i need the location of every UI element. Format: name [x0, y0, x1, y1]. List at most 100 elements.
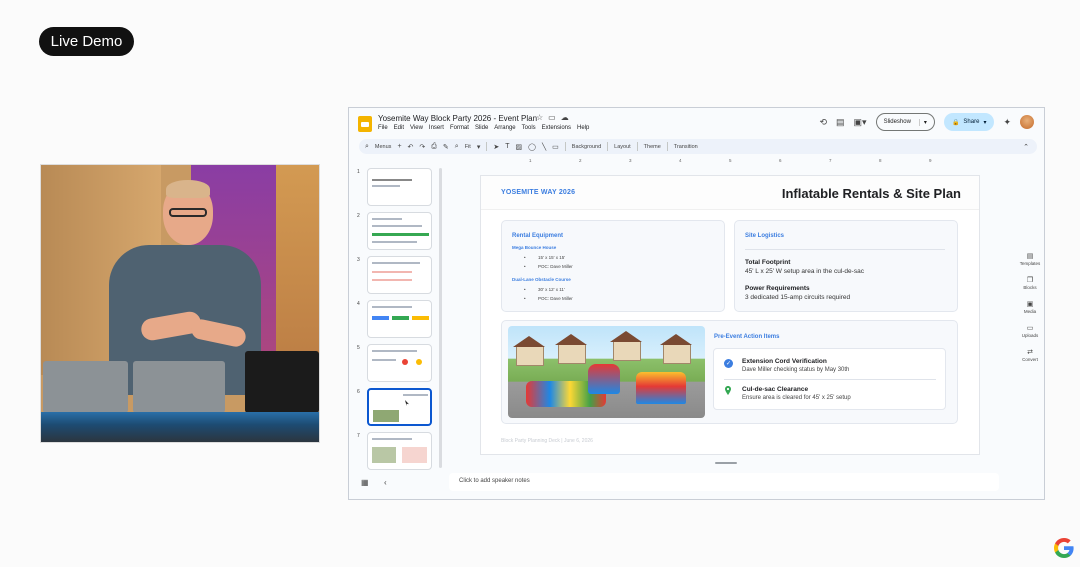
thumb-green-bar [372, 233, 429, 236]
slide-thumbnail-3[interactable] [367, 256, 432, 294]
zoom-icon[interactable]: ⌕ [455, 143, 459, 151]
star-icon[interactable]: ☆ [536, 113, 543, 122]
house-shape [663, 344, 691, 364]
site-logistics-card[interactable]: Site Logistics Total Footprint 45' L x 2… [734, 220, 958, 312]
document-title[interactable]: Yosemite Way Block Party 2026 - Event Pl… [378, 114, 537, 123]
side-panel-templates[interactable]: ▤ Templates [1016, 252, 1044, 266]
side-panel-uploads[interactable]: ▭ Uploads [1016, 324, 1044, 338]
rental-item-detail: POC: Dave Miller [524, 296, 573, 301]
slides-logo-icon[interactable] [358, 116, 372, 132]
ruler-tick: 3 [629, 158, 632, 163]
comment-add-icon[interactable]: ▭ [552, 143, 559, 151]
chevron-down-icon[interactable]: ▾ [477, 143, 481, 151]
pre-event-card[interactable]: Pre-Event Action Items ✓ Extension Cord … [501, 320, 958, 424]
zoom-select[interactable]: Fit [465, 144, 471, 150]
thumbnail-number: 4 [357, 301, 360, 307]
laptop-1 [43, 361, 128, 413]
menu-format[interactable]: Format [450, 125, 469, 131]
line-icon[interactable]: ╲ [542, 143, 546, 151]
move-folder-icon[interactable]: ▭ [548, 113, 556, 122]
slide-thumbnail-5[interactable] [367, 344, 432, 382]
shape-icon[interactable]: ◯ [528, 143, 536, 151]
chevron-down-icon[interactable]: ▾ [918, 118, 927, 126]
ruler-tick: 6 [779, 158, 782, 163]
thumbnail-number: 6 [357, 389, 360, 395]
lock-icon: 🔒 [951, 119, 960, 126]
toolbar-divider [486, 142, 488, 151]
slide-title[interactable]: Inflatable Rentals & Site Plan [782, 186, 961, 201]
search-icon[interactable]: ⌕ [365, 143, 369, 151]
slideshow-button[interactable]: Slideshow ▾ [875, 113, 935, 131]
side-panel-convert[interactable]: ⇄ Convert [1016, 348, 1044, 362]
rental-equipment-card[interactable]: Rental Equipment Mega Bounce House 15' x… [501, 220, 725, 312]
toolbar-divider [636, 142, 638, 151]
chevron-down-icon[interactable]: ▾ [983, 119, 986, 126]
location-pin-icon [725, 386, 731, 395]
thumb-block [412, 316, 429, 320]
ruler-tick: 4 [679, 158, 682, 163]
thumb-block [392, 316, 409, 320]
select-cursor-icon[interactable]: ➤ [493, 143, 499, 151]
background-button[interactable]: Background [572, 144, 601, 150]
slide-canvas[interactable]: YOSEMITE WAY 2026 Inflatable Rentals & S… [481, 176, 979, 454]
meet-icon[interactable]: ▣▾ [854, 117, 867, 128]
comments-icon[interactable]: ▤ [836, 117, 845, 128]
redo-icon[interactable]: ↷ [419, 143, 425, 151]
grid-view-icon[interactable]: ▦ [361, 478, 369, 487]
roof-shape [555, 334, 587, 345]
thumb-dot [416, 359, 422, 365]
divider [724, 379, 936, 380]
cloud-status-icon[interactable]: ☁ [561, 113, 569, 122]
paint-format-icon[interactable]: ✎ [443, 143, 449, 151]
theme-button[interactable]: Theme [644, 144, 661, 150]
slide-thumbnail-6-selected[interactable] [367, 388, 432, 426]
side-panel-blocks[interactable]: ❐ Blocks [1016, 276, 1044, 290]
menu-view[interactable]: View [410, 125, 423, 131]
slide-thumbnail-1[interactable] [367, 168, 432, 206]
thumbnail-row: 4 [357, 300, 432, 338]
transition-button[interactable]: Transition [674, 144, 698, 150]
menu-extensions[interactable]: Extensions [542, 125, 571, 131]
menu-file[interactable]: File [378, 125, 388, 131]
thumb-line [372, 350, 417, 352]
menus-button[interactable]: Menus [375, 144, 392, 150]
chevron-left-icon[interactable]: ‹ [384, 478, 387, 487]
rental-item-name: Mega Bounce House [512, 245, 557, 250]
thumbnail-row: 3 [357, 256, 432, 294]
slides-app-window: Yosemite Way Block Party 2026 - Event Pl… [348, 107, 1045, 500]
avatar[interactable] [1020, 115, 1034, 129]
side-panel-media[interactable]: ▣ Media [1016, 300, 1044, 314]
history-icon[interactable]: ⟲ [819, 117, 827, 128]
thumb-image [373, 410, 399, 422]
menu-tools[interactable]: Tools [522, 125, 536, 131]
menu-insert[interactable]: Insert [429, 125, 444, 131]
menu-slide[interactable]: Slide [475, 125, 488, 131]
slide-thumbnail-4[interactable] [367, 300, 432, 338]
menu-help[interactable]: Help [577, 125, 589, 131]
footprint-text: 45' L x 25' W setup area in the cul-de-s… [745, 268, 864, 275]
slide-thumbnail-7[interactable] [367, 432, 432, 470]
slide-thumbnail-2[interactable] [367, 212, 432, 250]
text-box-icon[interactable]: T [505, 143, 509, 150]
presenter-hair [166, 180, 210, 198]
check-circle-icon: ✓ [724, 359, 733, 368]
chevron-up-icon[interactable]: ⌃ [1023, 143, 1029, 151]
image-icon[interactable]: ▨ [515, 143, 522, 151]
share-button[interactable]: 🔒 Share ▾ [943, 113, 995, 131]
slideshow-label: Slideshow [883, 119, 911, 125]
speaker-notes-field[interactable]: Click to add speaker notes [449, 473, 999, 491]
gemini-sparkle-icon[interactable]: ✦ [1003, 117, 1011, 128]
undo-icon[interactable]: ↶ [408, 143, 414, 151]
print-icon[interactable]: ⎙ [431, 143, 437, 151]
toolbar-divider [666, 142, 668, 151]
notes-resize-handle[interactable] [715, 462, 737, 464]
roof-shape [513, 336, 545, 347]
divider [745, 249, 945, 250]
menu-arrange[interactable]: Arrange [494, 125, 515, 131]
menu-edit[interactable]: Edit [394, 125, 404, 131]
layout-button[interactable]: Layout [614, 144, 631, 150]
side-label: Uploads [1021, 333, 1039, 338]
add-icon[interactable]: + [397, 143, 401, 150]
slide-filmstrip: 1 2 3 4 5 6 7 [357, 164, 441, 474]
filmstrip-scrollbar[interactable] [439, 168, 442, 468]
